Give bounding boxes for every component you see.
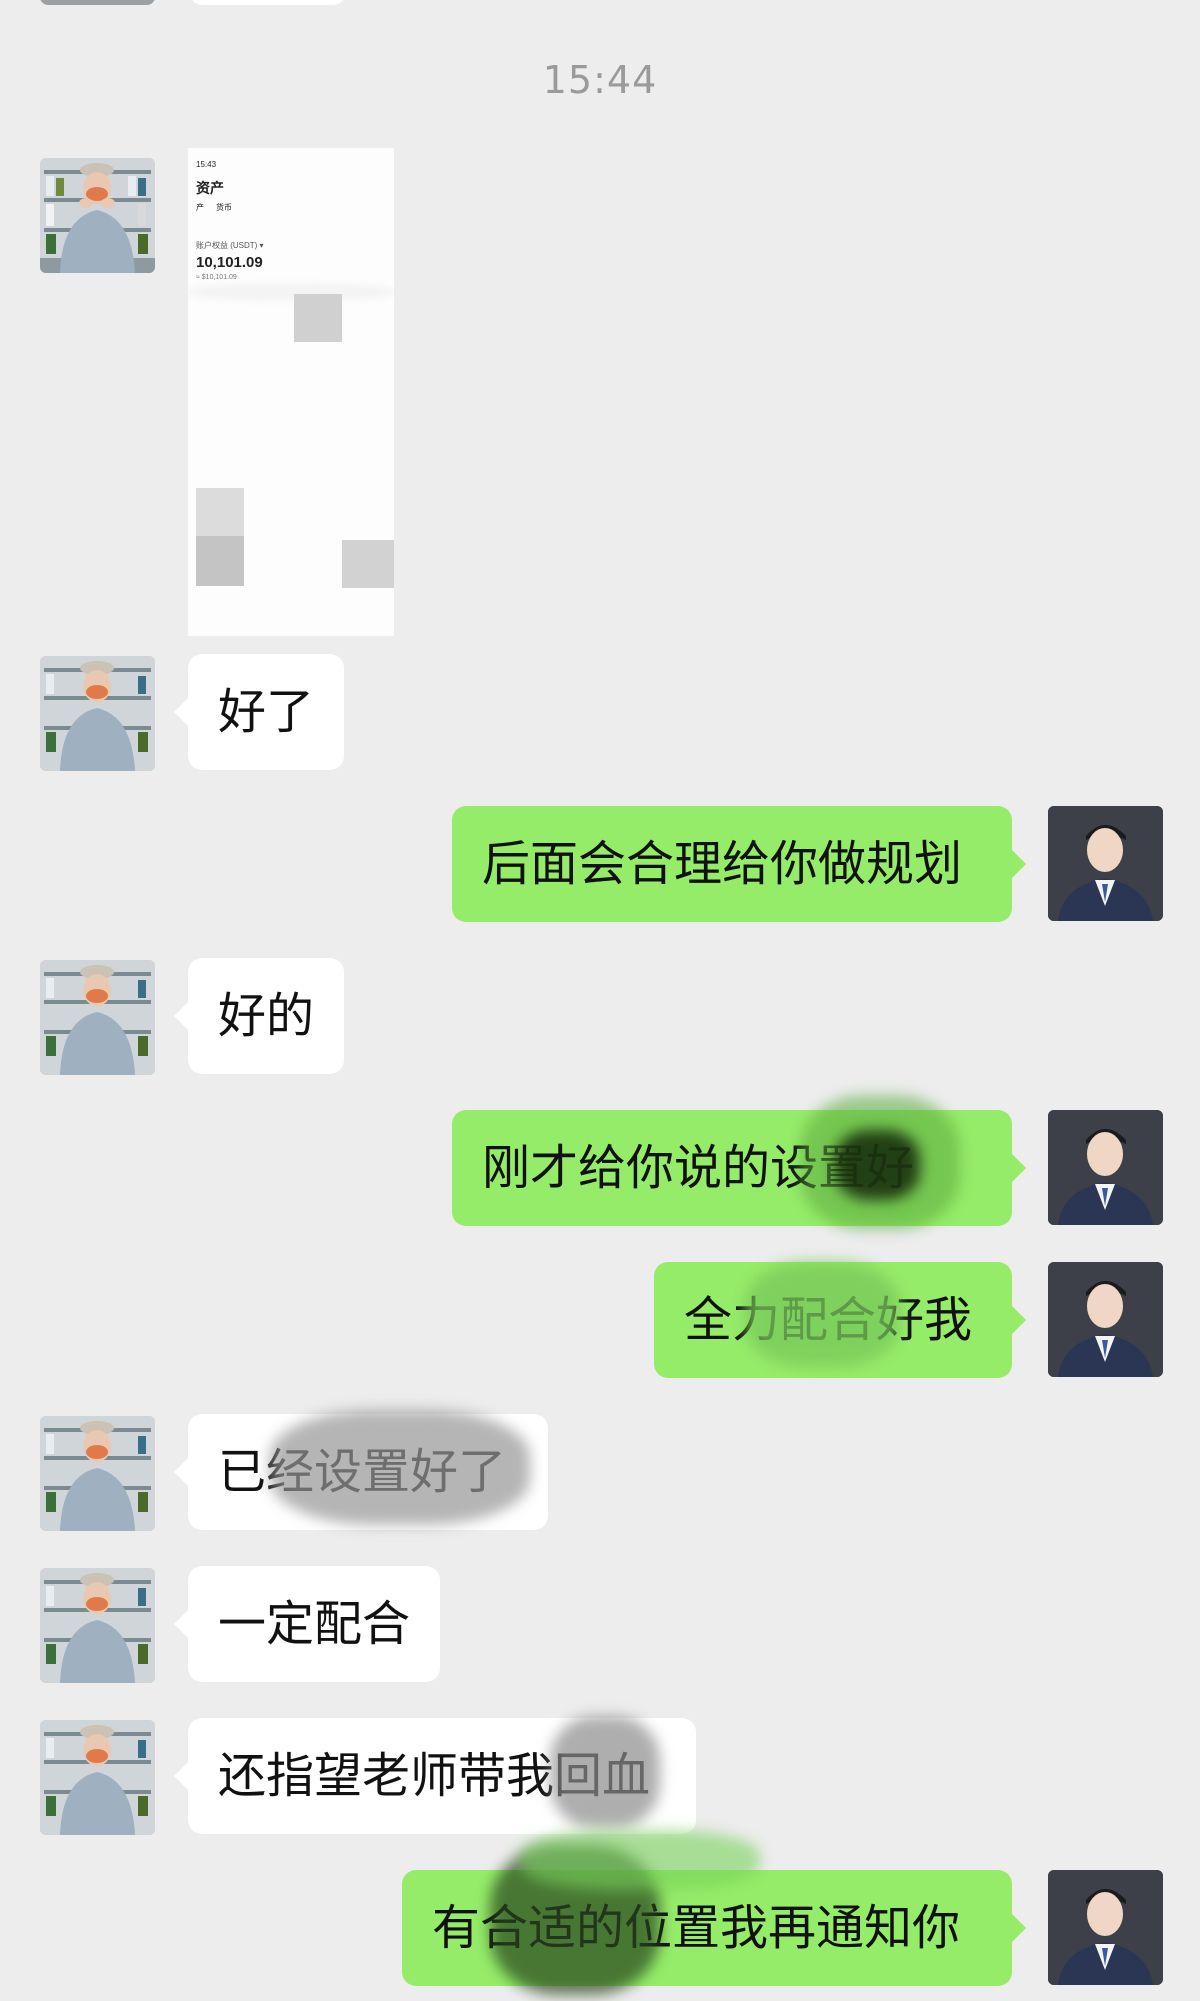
advisor-avatar[interactable]: [1048, 1870, 1163, 1985]
user-avatar[interactable]: [40, 1416, 155, 1531]
message-text: 好了: [218, 684, 315, 740]
user-avatar-photo: [40, 1720, 155, 1835]
advisor-avatar[interactable]: [1048, 1262, 1163, 1377]
mosaic-block: [196, 536, 244, 586]
previous-user-avatar[interactable]: [40, 0, 155, 5]
previous-message-bubble[interactable]: [190, 0, 345, 5]
message-bubble-incoming[interactable]: 已经设置好了: [174, 1414, 548, 1530]
user-avatar[interactable]: [40, 1720, 155, 1835]
message-text: 刚才给你说的设置好: [482, 1140, 915, 1196]
message-bubble-outgoing[interactable]: 全力配合好我: [654, 1262, 1026, 1378]
message-bubble-incoming[interactable]: 一定配合: [173, 1566, 441, 1682]
mosaic-block: [196, 488, 244, 536]
message-text: 有合适的位置我再通知你: [432, 1900, 961, 1956]
user-avatar[interactable]: [40, 1568, 155, 1683]
screenshot-tab-2: 货币: [216, 203, 232, 212]
message-bubble-incoming[interactable]: 还指望老师带我回血: [174, 1718, 696, 1834]
screenshot-time: 15:43: [196, 160, 217, 169]
advisor-avatar-photo: [1048, 806, 1163, 921]
screenshot-blur-band: [188, 283, 394, 301]
advisor-avatar[interactable]: [1048, 806, 1163, 921]
user-avatar-photo: [40, 960, 155, 1075]
message-text: 一定配合: [218, 1596, 411, 1652]
user-avatar[interactable]: [40, 960, 155, 1075]
user-avatar-photo: [40, 1568, 155, 1683]
mosaic-block: [342, 540, 394, 588]
message-bubble-outgoing[interactable]: 刚才给你说的设置好: [452, 1110, 1026, 1226]
screenshot-tab-1: 产: [196, 203, 204, 212]
advisor-avatar[interactable]: [1048, 1110, 1163, 1225]
advisor-avatar-photo: [1048, 1110, 1163, 1225]
message-text: 后面会合理给你做规划: [482, 836, 963, 892]
message-text: 全力配合好我: [684, 1292, 973, 1348]
message-bubble-outgoing[interactable]: 有合适的位置我再通知你: [402, 1870, 1026, 1986]
user-avatar[interactable]: [40, 158, 155, 273]
message-bubble-incoming[interactable]: 好的: [173, 958, 345, 1074]
mosaic-block: [294, 294, 342, 342]
screenshot-equity-approx: ≈ $10,101.09: [196, 274, 237, 281]
message-text: 已经设置好了: [218, 1444, 507, 1500]
screenshot-title: 资产: [196, 180, 224, 196]
shared-screenshot-image[interactable]: 15:43 资产 产 货币 账户权益 (USDT) ▾ 10,101.09 ≈ …: [188, 148, 394, 636]
advisor-avatar-photo: [1048, 1262, 1163, 1377]
advisor-avatar-photo: [1048, 1870, 1163, 1985]
message-bubble-outgoing[interactable]: 后面会合理给你做规划: [452, 806, 1026, 922]
message-bubble-incoming[interactable]: 好了: [173, 654, 345, 770]
message-text: 还指望老师带我回血: [218, 1748, 651, 1804]
message-text: 好的: [218, 988, 315, 1044]
time-divider: 15:44: [542, 58, 658, 102]
user-avatar-photo: [40, 158, 155, 273]
screenshot-equity-value: 10,101.09: [196, 254, 263, 271]
user-avatar-photo: [40, 1416, 155, 1531]
user-avatar[interactable]: [40, 656, 155, 771]
user-avatar-photo: [40, 656, 155, 771]
screenshot-equity-label: 账户权益 (USDT) ▾: [196, 241, 264, 250]
